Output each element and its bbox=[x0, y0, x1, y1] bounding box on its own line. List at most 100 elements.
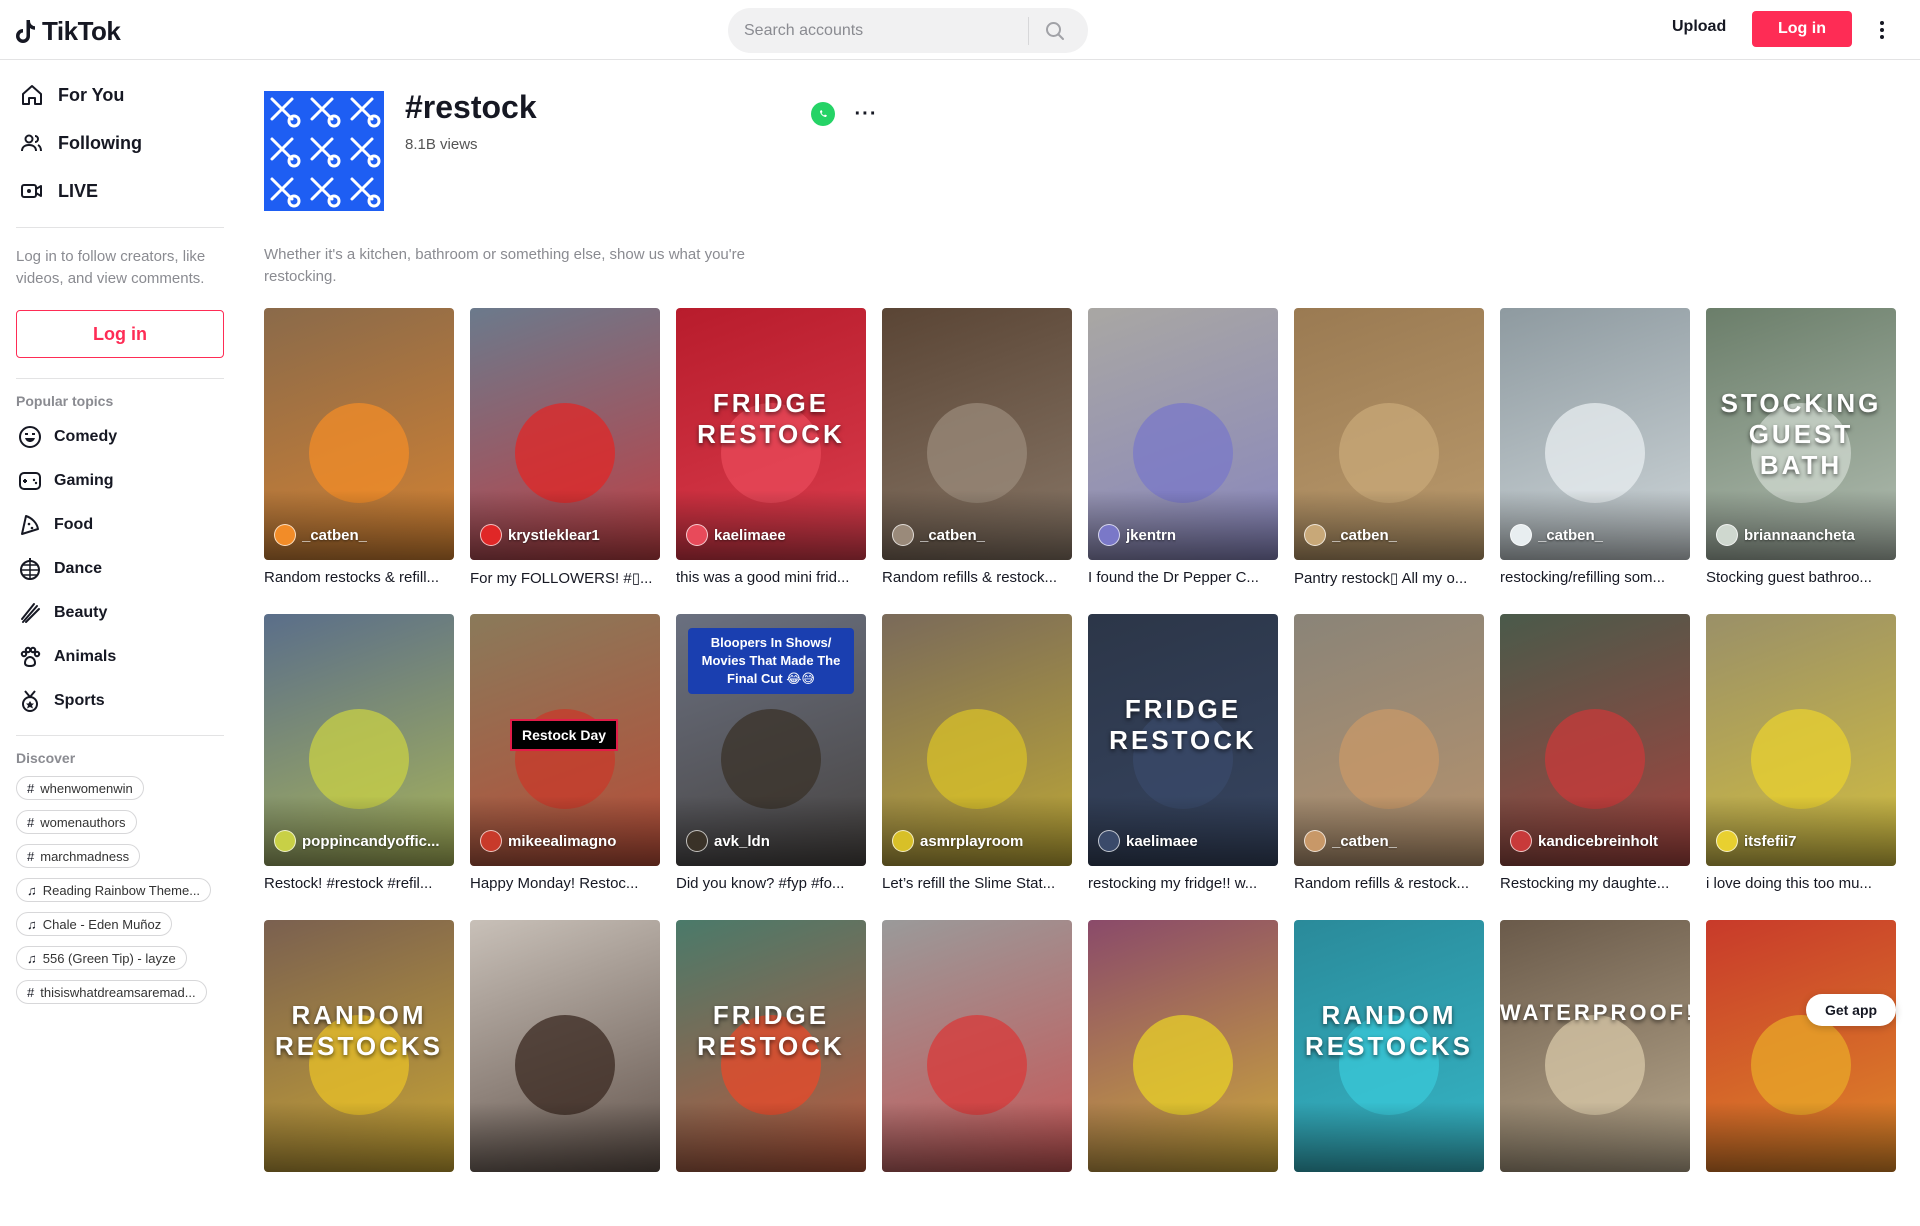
video-caption[interactable]: restocking my fridge!! w... bbox=[1088, 875, 1278, 892]
video-caption[interactable]: restocking/refilling som... bbox=[1500, 569, 1690, 586]
video-thumbnail[interactable]: _catben_ bbox=[1294, 614, 1484, 866]
video-card[interactable]: jkentrn I found the Dr Pepper C... bbox=[1088, 308, 1278, 614]
video-thumbnail[interactable] bbox=[882, 920, 1072, 1172]
video-card[interactable]: kandicebreinholt Restocking my daughte... bbox=[1500, 614, 1690, 920]
video-thumbnail[interactable]: Bloopers In Shows/ Movies That Made The … bbox=[676, 614, 866, 866]
video-author[interactable]: krystleklear1 bbox=[480, 524, 600, 546]
video-card[interactable] bbox=[470, 920, 660, 1226]
video-caption[interactable]: Restocking my daughte... bbox=[1500, 875, 1690, 892]
topic-food[interactable]: Food bbox=[16, 503, 240, 547]
discover-tag[interactable]: # womenauthors bbox=[16, 810, 137, 834]
video-thumbnail[interactable]: RANDOM RESTOCKS bbox=[264, 920, 454, 1172]
discover-tag[interactable]: # whenwomenwin bbox=[16, 776, 144, 800]
video-thumbnail[interactable]: krystleklear1 bbox=[470, 308, 660, 560]
sidebar-login-button[interactable]: Log in bbox=[16, 310, 224, 358]
video-thumbnail[interactable]: jkentrn bbox=[1088, 308, 1278, 560]
video-author[interactable]: _catben_ bbox=[892, 524, 985, 546]
discover-music[interactable]: ♫ 556 (Green Tip) - layze bbox=[16, 946, 187, 970]
video-card[interactable]: FRIDGE RESTOCK kaelimaee restocking my fri… bbox=[1088, 614, 1278, 920]
video-author[interactable]: briannaancheta bbox=[1716, 524, 1855, 546]
video-thumbnail[interactable]: kandicebreinholt bbox=[1500, 614, 1690, 866]
nav-for-you[interactable]: For You bbox=[16, 71, 240, 119]
video-card[interactable]: itsfefii7 i love doing this too mu... bbox=[1706, 614, 1896, 920]
video-card[interactable] bbox=[1706, 920, 1896, 1226]
video-author[interactable]: itsfefii7 bbox=[1716, 830, 1797, 852]
video-card[interactable]: FRIDGE RESTOCK kaelimaee this was a good m… bbox=[676, 308, 866, 614]
video-thumbnail[interactable]: RANDOM RESTOCKS bbox=[1294, 920, 1484, 1172]
video-card[interactable]: RANDOM RESTOCKS bbox=[264, 920, 454, 1226]
more-options-icon[interactable] bbox=[1870, 16, 1894, 44]
search-button[interactable] bbox=[1029, 8, 1081, 53]
video-thumbnail[interactable] bbox=[1088, 920, 1278, 1172]
video-thumbnail[interactable]: FRIDGE RESTOCK kaelimaee bbox=[1088, 614, 1278, 866]
video-thumbnail[interactable]: asmrplayroom bbox=[882, 614, 1072, 866]
upload-link[interactable]: Upload bbox=[1672, 18, 1726, 36]
topic-comedy[interactable]: Comedy bbox=[16, 415, 240, 459]
video-caption[interactable]: Random refills & restock... bbox=[1294, 875, 1484, 892]
video-card[interactable] bbox=[882, 920, 1072, 1226]
video-thumbnail[interactable]: _catben_ bbox=[1500, 308, 1690, 560]
whatsapp-share-icon[interactable] bbox=[811, 102, 835, 126]
video-card[interactable]: RANDOM RESTOCKS bbox=[1294, 920, 1484, 1226]
discover-music[interactable]: ♫ Chale - Eden Muñoz bbox=[16, 912, 173, 936]
video-caption[interactable]: Let’s refill the Slime Stat... bbox=[882, 875, 1072, 892]
discover-tag[interactable]: # thisiswhatdreamsaremad... bbox=[16, 980, 207, 1004]
login-button[interactable]: Log in bbox=[1752, 11, 1852, 47]
video-card[interactable]: _catben_ Pantry restock▯ All my o... bbox=[1294, 308, 1484, 614]
video-card[interactable]: FRIDGE RESTOCK bbox=[676, 920, 866, 1226]
nav-following[interactable]: Following bbox=[16, 119, 240, 167]
nav-live[interactable]: LIVE bbox=[16, 167, 240, 215]
search-input[interactable] bbox=[728, 21, 1028, 40]
video-thumbnail[interactable]: itsfefii7 bbox=[1706, 614, 1896, 866]
video-card[interactable]: _catben_ Random refills & restock... bbox=[882, 308, 1072, 614]
video-card[interactable]: STOCKING GUEST BATH briannaancheta Stockin… bbox=[1706, 308, 1896, 614]
video-author[interactable]: kaelimaee bbox=[1098, 830, 1198, 852]
video-thumbnail[interactable]: STOCKING GUEST BATH briannaancheta bbox=[1706, 308, 1896, 560]
video-author[interactable]: kandicebreinholt bbox=[1510, 830, 1658, 852]
video-card[interactable]: WATERPROOF! bbox=[1500, 920, 1690, 1226]
video-thumbnail[interactable]: WATERPROOF! bbox=[1500, 920, 1690, 1172]
video-caption[interactable]: For my FOLLOWERS! #▯... bbox=[470, 569, 660, 587]
video-author[interactable]: _catben_ bbox=[274, 524, 367, 546]
video-author[interactable]: avk_ldn bbox=[686, 830, 770, 852]
video-author[interactable]: mikeealimagno bbox=[480, 830, 616, 852]
video-card[interactable]: krystleklear1 For my FOLLOWERS! #▯... bbox=[470, 308, 660, 614]
video-caption[interactable]: Random restocks & refill... bbox=[264, 569, 454, 586]
video-thumbnail[interactable]: FRIDGE RESTOCK kaelimaee bbox=[676, 308, 866, 560]
topic-sports[interactable]: Sports bbox=[16, 679, 240, 723]
video-card[interactable]: poppincandyoffic... Restock! #restock #re… bbox=[264, 614, 454, 920]
video-caption[interactable]: i love doing this too mu... bbox=[1706, 875, 1896, 892]
video-author[interactable]: _catben_ bbox=[1510, 524, 1603, 546]
discover-tag[interactable]: # marchmadness bbox=[16, 844, 141, 868]
video-caption[interactable]: Pantry restock▯ All my o... bbox=[1294, 569, 1484, 587]
video-author[interactable]: asmrplayroom bbox=[892, 830, 1023, 852]
video-card[interactable]: Bloopers In Shows/ Movies That Made The … bbox=[676, 614, 866, 920]
video-caption[interactable]: Random refills & restock... bbox=[882, 569, 1072, 586]
video-card[interactable]: asmrplayroom Let’s refill the Slime Stat.… bbox=[882, 614, 1072, 920]
tiktok-logo[interactable]: TikTok bbox=[16, 16, 121, 47]
get-app-button[interactable]: Get app bbox=[1806, 994, 1896, 1026]
topic-animals[interactable]: Animals bbox=[16, 635, 240, 679]
video-card[interactable]: _catben_ Random restocks & refill... bbox=[264, 308, 454, 614]
video-caption[interactable]: Restock! #restock #refil... bbox=[264, 875, 454, 892]
video-thumbnail[interactable]: Restock Day mikeealimagno bbox=[470, 614, 660, 866]
video-caption[interactable]: I found the Dr Pepper C... bbox=[1088, 569, 1278, 586]
video-card[interactable] bbox=[1088, 920, 1278, 1226]
video-thumbnail[interactable] bbox=[1706, 920, 1896, 1172]
video-thumbnail[interactable]: _catben_ bbox=[264, 308, 454, 560]
video-card[interactable]: _catben_ restocking/refilling som... bbox=[1500, 308, 1690, 614]
video-thumbnail[interactable]: _catben_ bbox=[882, 308, 1072, 560]
video-author[interactable]: kaelimaee bbox=[686, 524, 786, 546]
discover-music[interactable]: ♫ Reading Rainbow Theme... bbox=[16, 878, 212, 902]
topic-beauty[interactable]: Beauty bbox=[16, 591, 240, 635]
video-thumbnail[interactable] bbox=[470, 920, 660, 1172]
topic-dance[interactable]: Dance bbox=[16, 547, 240, 591]
video-card[interactable]: _catben_ Random refills & restock... bbox=[1294, 614, 1484, 920]
video-thumbnail[interactable]: _catben_ bbox=[1294, 308, 1484, 560]
topic-gaming[interactable]: Gaming bbox=[16, 459, 240, 503]
video-author[interactable]: jkentrn bbox=[1098, 524, 1176, 546]
video-author[interactable]: poppincandyoffic... bbox=[274, 830, 440, 852]
video-author[interactable]: _catben_ bbox=[1304, 524, 1397, 546]
video-author[interactable]: _catben_ bbox=[1304, 830, 1397, 852]
video-caption[interactable]: Happy Monday! Restoc... bbox=[470, 875, 660, 892]
